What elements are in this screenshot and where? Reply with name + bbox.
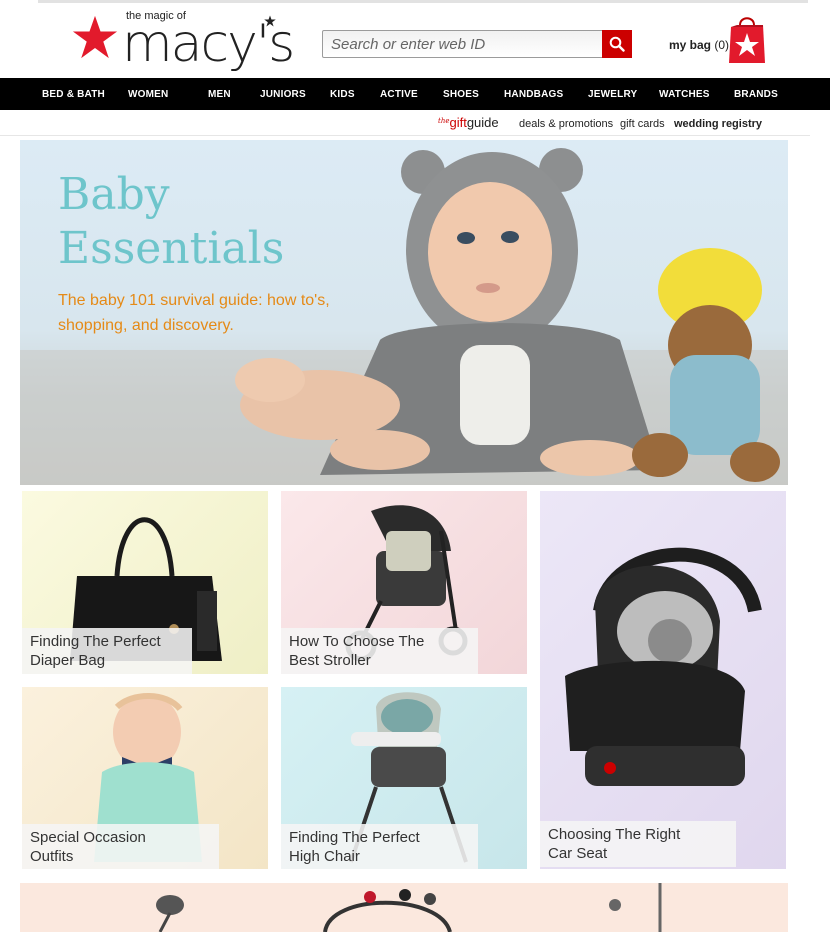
- nav-handbags[interactable]: HANDBAGS: [504, 89, 588, 100]
- tile-diaper-bag-label: Finding The Perfect Diaper Bag: [22, 628, 192, 674]
- gift-guide-gift: gift: [449, 115, 467, 130]
- hero-subtitle: The baby 101 survival guide: how to's, s…: [58, 292, 330, 334]
- bottom-banner[interactable]: [20, 883, 788, 932]
- search-button[interactable]: [602, 30, 632, 58]
- nav-shoes[interactable]: SHOES: [443, 89, 504, 100]
- tile-special-occasion-outfits[interactable]: Special Occasion Outfits: [22, 687, 268, 869]
- gift-guide-the: the: [438, 117, 450, 125]
- tile-label-line2: Diaper Bag: [30, 652, 106, 669]
- main-navigation: BED & BATH WOMEN MEN JUNIORS KIDS ACTIVE…: [0, 78, 830, 110]
- tile-high-chair[interactable]: Finding The Perfect High Chair: [281, 687, 527, 869]
- wordmark-star-icon: [264, 15, 276, 27]
- tile-label-line1: Choosing The Right: [548, 826, 681, 843]
- hero-title-line1: Baby: [58, 169, 170, 220]
- nav-active[interactable]: ACTIVE: [380, 89, 443, 100]
- my-bag-link[interactable]: my bag (0): [669, 38, 729, 52]
- gift-guide-guide: guide: [466, 115, 499, 130]
- search-box: [322, 30, 632, 58]
- deals-promotions-link[interactable]: deals & promotions: [519, 118, 613, 130]
- nav-brands[interactable]: BRANDS: [734, 89, 794, 100]
- tile-label-line2: Car Seat: [548, 845, 608, 862]
- gift-guide-link[interactable]: thegiftguide: [438, 115, 499, 130]
- tile-car-seat[interactable]: Choosing The Right Car Seat: [540, 491, 786, 869]
- nav-bed-bath[interactable]: BED & BATH: [42, 89, 128, 100]
- nav-juniors[interactable]: JUNIORS: [260, 89, 330, 100]
- tile-label-line1: Finding The Perfect: [289, 829, 420, 846]
- tile-label-line1: Special Occasion: [30, 829, 146, 846]
- hero-title-line2: Essentials: [58, 223, 285, 274]
- search-icon: [609, 36, 625, 52]
- nav-jewelry[interactable]: JEWELRY: [588, 89, 659, 100]
- shopping-bag-icon[interactable]: [727, 13, 767, 65]
- tile-high-chair-label: Finding The Perfect High Chair: [281, 824, 478, 869]
- bag-label: my bag: [669, 38, 712, 52]
- nav-watches[interactable]: WATCHES: [659, 89, 734, 100]
- macys-star-logo-icon[interactable]: [72, 14, 118, 60]
- nav-men[interactable]: MEN: [208, 89, 260, 100]
- hero-title: Baby Essentials: [58, 168, 284, 276]
- tile-outfits-label: Special Occasion Outfits: [22, 824, 219, 869]
- tile-stroller[interactable]: How To Choose The Best Stroller: [281, 491, 527, 674]
- tile-label-line2: Best Stroller: [289, 652, 371, 669]
- tile-car-seat-label: Choosing The Right Car Seat: [540, 821, 736, 867]
- search-input[interactable]: [323, 31, 601, 57]
- top-divider: [38, 0, 808, 3]
- baby-gear-image: [156, 883, 662, 932]
- gift-cards-link[interactable]: gift cards: [620, 118, 665, 130]
- tile-label-line2: Outfits: [30, 848, 74, 865]
- tile-label-line1: How To Choose The: [289, 633, 425, 650]
- tile-diaper-bag[interactable]: Finding The Perfect Diaper Bag: [22, 491, 268, 674]
- tile-label-line2: High Chair: [289, 848, 360, 865]
- car-seat-image: [565, 547, 762, 786]
- nav-women[interactable]: WOMEN: [128, 89, 208, 100]
- secondary-navigation: thegiftguide deals & promotions gift car…: [0, 110, 810, 136]
- nav-kids[interactable]: KIDS: [330, 89, 380, 100]
- hero-banner[interactable]: Baby Essentials The baby 101 survival gu…: [20, 140, 788, 485]
- wedding-registry-link[interactable]: wedding registry: [674, 118, 762, 130]
- tile-stroller-label: How To Choose The Best Stroller: [281, 628, 478, 674]
- tile-label-line1: Finding The Perfect: [30, 633, 161, 650]
